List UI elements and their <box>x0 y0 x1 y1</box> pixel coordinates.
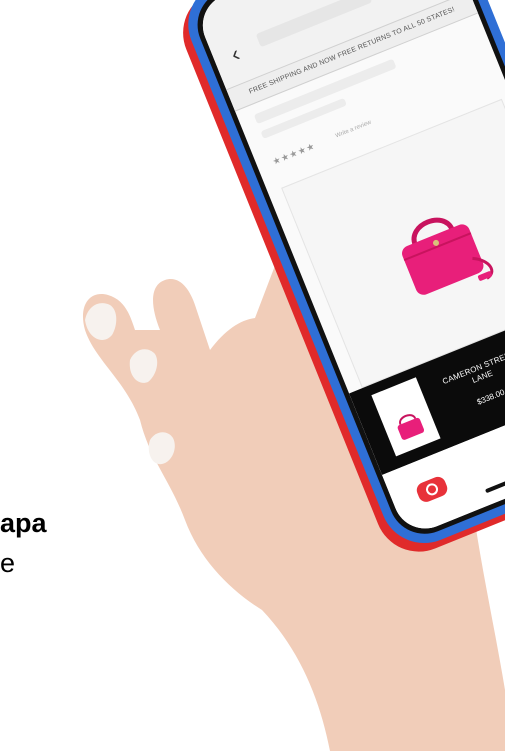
camera-icon <box>424 481 440 498</box>
product-thumbnail[interactable] <box>371 377 441 457</box>
handbag-image <box>402 217 494 295</box>
home-indicator <box>484 458 505 494</box>
stage: apa e ‹ FREE SHIPPING AND NOW FREE RETUR… <box>0 0 505 751</box>
rating-stars: ★★★★★ <box>270 140 317 167</box>
back-chevron-icon[interactable]: ‹ <box>227 41 244 68</box>
write-review-link[interactable]: Write a review <box>335 120 372 140</box>
camera-button[interactable] <box>414 474 450 505</box>
handbag-thumbnail-icon <box>397 414 425 440</box>
